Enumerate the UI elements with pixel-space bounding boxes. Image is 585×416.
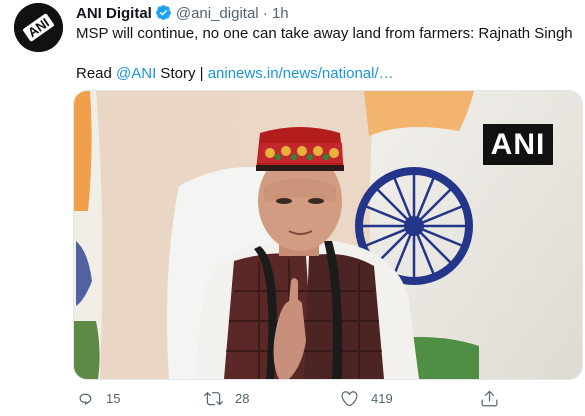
- author-name[interactable]: ANI Digital: [76, 5, 152, 22]
- share-icon: [481, 390, 498, 406]
- article-link[interactable]: aninews.in/news/national/…: [208, 65, 394, 82]
- tweet-text: MSP will continue, no one can take away …: [76, 24, 576, 84]
- share-button[interactable]: [480, 386, 511, 410]
- retweet-count: 28: [235, 390, 250, 406]
- like-count: 419: [371, 390, 393, 406]
- timestamp[interactable]: 1h: [272, 5, 289, 22]
- separator-dot: ·: [262, 5, 268, 22]
- author-handle[interactable]: @ani_digital: [176, 5, 259, 22]
- reply-count: 15: [106, 390, 121, 406]
- mention-link[interactable]: @ANI: [116, 65, 156, 82]
- retweet-button[interactable]: 28: [204, 386, 249, 410]
- retweet-icon: [204, 391, 223, 405]
- avatar[interactable]: ANI: [14, 3, 63, 52]
- tweet-headline: MSP will continue, no one can take away …: [76, 25, 573, 42]
- verified-badge-icon: [155, 5, 171, 20]
- reply-icon: [79, 393, 92, 405]
- tweet-read-line: Read @ANI Story | aninews.in/news/nation…: [76, 64, 576, 84]
- story-word: Story |: [156, 65, 208, 82]
- read-prefix: Read: [76, 65, 117, 82]
- tweet-media-image[interactable]: ANI: [73, 90, 583, 380]
- media-ani-watermark: ANI: [483, 124, 553, 165]
- heart-icon: [341, 390, 358, 406]
- tweet-card[interactable]: ANI ANI Digital @ani_digital · 1h MSP wi…: [0, 0, 585, 416]
- ani-logo-icon: ANI: [14, 3, 63, 52]
- tweet-actions: 15 28 419: [73, 386, 573, 414]
- reply-button[interactable]: 15: [75, 386, 120, 410]
- like-button[interactable]: 419: [340, 386, 393, 410]
- tweet-header: ANI Digital @ani_digital · 1h: [76, 4, 289, 24]
